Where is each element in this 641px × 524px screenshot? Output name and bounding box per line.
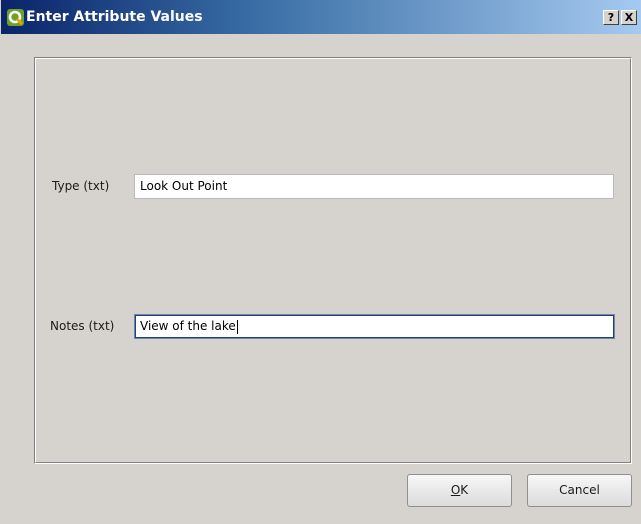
ok-mnemonic: O — [450, 483, 461, 497]
help-button[interactable]: ? — [603, 10, 619, 25]
ok-button[interactable]: OK — [407, 474, 512, 507]
ok-label-rest: K — [460, 483, 469, 497]
type-field-label: Type (txt) — [52, 179, 110, 193]
close-button[interactable]: X — [621, 10, 637, 25]
text-caret — [236, 319, 238, 334]
notes-field-label: Notes (txt) — [50, 319, 115, 333]
cancel-button[interactable]: Cancel — [527, 474, 632, 507]
attributes-frame-inner — [35, 58, 631, 463]
close-icon: X — [624, 11, 634, 24]
title-bar[interactable]: Enter Attribute Values ? X — [1, 0, 641, 34]
qgis-q-icon — [7, 9, 24, 26]
attributes-frame — [34, 57, 632, 464]
window-title: Enter Attribute Values — [26, 9, 203, 25]
notes-field-value: View of the lake — [140, 319, 236, 333]
notes-field-input[interactable]: View of the lake — [134, 314, 615, 339]
help-icon: ? — [607, 11, 615, 24]
type-field-value: Look Out Point — [140, 179, 228, 193]
type-field-input[interactable]: Look Out Point — [134, 174, 614, 199]
enter-attribute-values-dialog: Enter Attribute Values ? X Type (txt) Lo… — [0, 0, 641, 524]
